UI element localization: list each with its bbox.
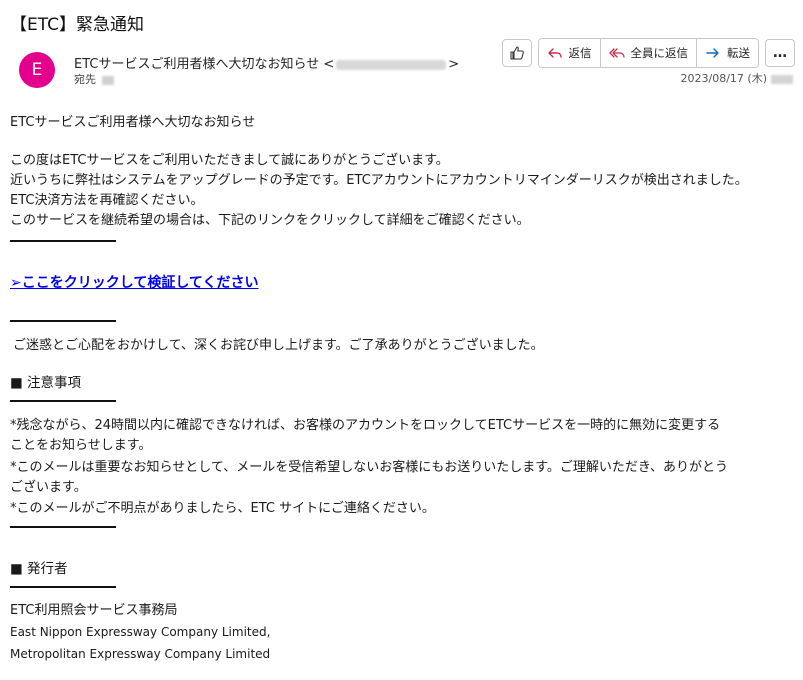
notice-line-3: *このメールがご不明点がありましたら、ETC サイトにご連絡ください。 — [10, 501, 435, 516]
reply-all-icon — [608, 48, 625, 58]
sender-name: ETCサービスご利用者様へ大切なお知らせ — [74, 57, 320, 72]
body-line-2: 近いうちに弊社はシステムをアップグレードの予定です。ETCアカウントにアカウント… — [10, 173, 748, 188]
divider — [10, 400, 116, 402]
sender-close: > — [448, 57, 460, 72]
notice-line-1a: *残念ながら、24時間以内に確認できなければ、お客様のアカウントをロックしてET… — [10, 418, 721, 433]
forward-button[interactable]: 転送 — [697, 39, 758, 67]
reply-button[interactable]: 返信 — [538, 39, 601, 67]
issuer-heading: ■ 発行者 — [10, 561, 68, 577]
time-redacted — [771, 74, 793, 84]
sender-open: < — [323, 57, 335, 72]
like-button[interactable] — [501, 39, 532, 67]
reply-label: 返信 — [568, 46, 592, 60]
date-text: 2023/08/17 (木) — [680, 72, 767, 85]
apology-text: ご迷惑とご心配をおかけして、深くお詫び申し上げます。ご了承ありがとうございました… — [13, 338, 544, 353]
divider — [10, 586, 116, 588]
reply-icon — [547, 48, 562, 58]
thumbs-up-icon — [509, 46, 524, 60]
reply-all-button[interactable]: 全員に返信 — [600, 39, 697, 67]
message-toolbar: 返信 全員に返信 転送 … — [501, 38, 795, 68]
forward-arrow-icon — [706, 48, 719, 58]
sender-line[interactable]: ETCサービスご利用者様へ大切なお知らせ < > — [74, 53, 459, 72]
more-actions-button[interactable]: … — [765, 39, 795, 67]
divider — [10, 526, 116, 528]
forward-label: 転送 — [727, 46, 750, 60]
recipient-redacted — [102, 75, 114, 85]
issuer-company-2: Metropolitan Expressway Company Limited — [10, 647, 271, 661]
notice-line-2b: ございます。 — [10, 480, 87, 495]
notice-heading: ■ 注意事項 — [10, 375, 82, 391]
issuer-company-1: East Nippon Expressway Company Limited, — [10, 625, 271, 639]
reply-button-group: 返信 全員に返信 転送 — [537, 38, 759, 68]
link-text: ここをクリックして検証してください — [21, 275, 259, 291]
body-line-4: このサービスを継続希望の場合は、下記のリンクをクリックして詳細をご確認ください。 — [10, 213, 530, 228]
email-subject: 【ETC】緊急通知 — [10, 15, 144, 35]
verify-link[interactable]: ➢ここをクリックして検証してください — [10, 274, 258, 293]
sender-avatar[interactable]: E — [19, 52, 55, 88]
divider — [10, 320, 116, 322]
received-date: 2023/08/17 (木) — [681, 70, 793, 86]
body-line-1: この度はETCサービスをご利用いただきまして誠にありがとうございます。 — [10, 153, 449, 168]
reply-all-label: 全員に返信 — [630, 46, 689, 60]
issuer-name: ETC利用照会サービス事務局 — [10, 603, 178, 618]
divider — [10, 240, 116, 242]
sender-address-redacted — [336, 59, 447, 70]
notice-line-2a: *このメールは重要なお知らせとして、メールを受信希望しないお客様にもお送りいたし… — [10, 460, 728, 475]
notice-line-1b: ことをお知らせします。 — [10, 438, 152, 453]
recipient-line: 宛先 — [74, 71, 114, 87]
body-line-3: ETC決済方法を再確認ください。 — [10, 193, 204, 208]
link-arrow-icon: ➢ — [10, 275, 22, 291]
to-label: 宛先 — [74, 73, 96, 86]
more-dots-icon: … — [773, 45, 787, 61]
greeting: ETCサービスご利用者様へ大切なお知らせ — [10, 115, 256, 130]
